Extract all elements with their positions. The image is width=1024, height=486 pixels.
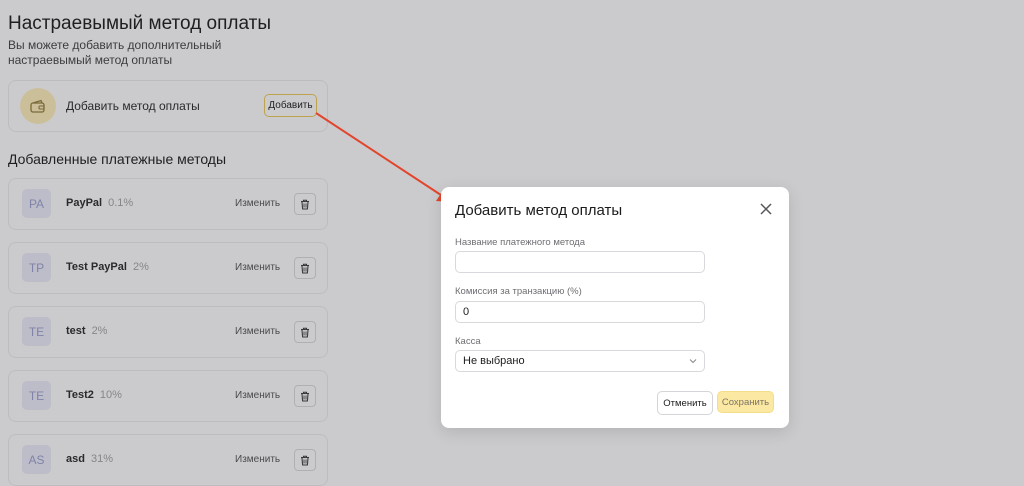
payment-method-card: PA PayPal 0.1% Изменить [8,178,328,230]
close-icon[interactable] [759,202,773,216]
page-subtitle: Вы можете добавить дополнительный настра… [8,38,222,67]
payment-method-card: TE test 2% Изменить [8,306,328,358]
method-fee: 31% [90,453,113,465]
add-payment-method-modal: Добавить метод оплаты Название платежног… [441,187,789,428]
trash-icon[interactable] [294,257,316,279]
method-name-text: Test2 [66,389,94,401]
wallet-icon [20,88,56,124]
save-button[interactable]: Сохранить [717,391,774,413]
method-name-text: test [66,325,86,337]
cashbox-selected-value: Не выбрано [463,355,525,367]
modal-title: Добавить метод оплаты [455,202,623,219]
payment-method-card: TE Test2 10% Изменить [8,370,328,422]
method-avatar: PA [22,189,51,218]
method-fee: 10% [99,389,122,401]
add-payment-method-card: Добавить метод оплаты Добавить [8,80,328,132]
add-button[interactable]: Добавить [264,94,317,117]
trash-icon[interactable] [294,193,316,215]
trash-icon[interactable] [294,385,316,407]
page-title: Настраевымый метод оплаты [8,13,272,34]
method-name: test 2% [66,325,107,337]
payment-method-card: AS asd 31% Изменить [8,434,328,486]
chevron-down-icon [689,355,697,367]
cashbox-label: Касса [455,336,481,347]
method-name-input[interactable] [455,251,705,273]
method-avatar: AS [22,445,51,474]
fee-input[interactable] [455,301,705,323]
fee-label: Комиссия за транзакцию (%) [455,286,582,297]
method-name: PayPal 0.1% [66,197,133,209]
add-payment-method-label: Добавить метод оплаты [66,99,200,113]
method-fee: 2% [132,261,149,273]
method-name-label: Название платежного метода [455,237,585,248]
edit-button[interactable]: Изменить [235,326,280,337]
method-avatar: TE [22,381,51,410]
method-name: Test2 10% [66,389,122,401]
method-name: Test PayPal 2% [66,261,149,273]
method-name-text: Test PayPal [66,261,127,273]
method-fee: 0.1% [108,197,134,209]
method-avatar: TE [22,317,51,346]
edit-button[interactable]: Изменить [235,262,280,273]
method-fee: 2% [91,325,108,337]
cashbox-select[interactable]: Не выбрано [455,350,705,372]
method-name: asd 31% [66,453,113,465]
edit-button[interactable]: Изменить [235,390,280,401]
edit-button[interactable]: Изменить [235,198,280,209]
method-avatar: TP [22,253,51,282]
trash-icon[interactable] [294,321,316,343]
method-name-text: PayPal [66,197,103,209]
method-name-text: asd [66,453,85,465]
payment-method-card: TP Test PayPal 2% Изменить [8,242,328,294]
cancel-button[interactable]: Отменить [657,391,713,415]
trash-icon[interactable] [294,449,316,471]
added-methods-title: Добавленные платежные методы [8,151,227,167]
edit-button[interactable]: Изменить [235,454,280,465]
